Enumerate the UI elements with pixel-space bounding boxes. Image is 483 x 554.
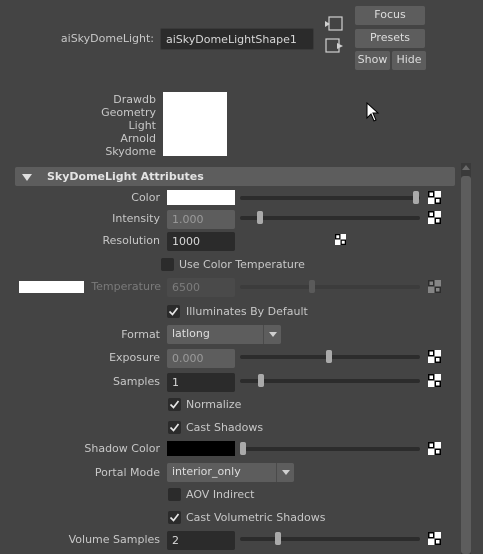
section-title: SkyDomeLight Attributes (47, 170, 204, 183)
aov-indirect-label: AOV Indirect (186, 488, 255, 501)
checkmark-icon (168, 307, 179, 316)
intensity-slider-thumb[interactable] (257, 211, 263, 224)
node-type-label: aiSkyDomeLight: (60, 32, 154, 45)
presets-button[interactable]: Presets (355, 29, 425, 48)
resolution-field[interactable]: 1000 (167, 232, 235, 251)
volume-samples-map-button-icon[interactable] (428, 532, 441, 545)
temperature-map-button-icon (428, 280, 441, 293)
swatch-tag-arnold: Arnold (120, 132, 156, 145)
swatch-tag-light: Light (128, 119, 156, 132)
temperature-slider-thumb (309, 280, 315, 293)
intensity-map-button-icon[interactable] (428, 211, 441, 224)
intensity-slider-track[interactable] (240, 216, 420, 220)
exposure-field[interactable]: 0.000 (167, 349, 235, 368)
cast-volumetric-shadows-checkbox[interactable] (168, 511, 181, 524)
temperature-swatch (19, 281, 84, 293)
volume-samples-label: Volume Samples (68, 533, 160, 546)
illuminates-by-default-checkbox[interactable] (167, 305, 180, 318)
format-dropdown[interactable]: latlong (167, 325, 281, 344)
volume-samples-field[interactable]: 2 (167, 531, 235, 550)
exposure-slider-thumb[interactable] (326, 350, 332, 363)
shadow-color-slider-thumb[interactable] (240, 442, 246, 455)
intensity-field[interactable]: 1.000 (167, 210, 235, 229)
samples-field[interactable]: 1 (167, 373, 235, 392)
use-color-temperature-label: Use Color Temperature (179, 258, 305, 271)
shadow-color-map-button-icon[interactable] (428, 442, 441, 455)
color-slider-track[interactable] (240, 196, 420, 200)
temperature-label: Temperature (91, 280, 161, 293)
color-label: Color (131, 191, 160, 204)
scrollbar-up-arrow-icon[interactable] (461, 163, 471, 173)
section-header-skydomelight[interactable]: SkyDomeLight Attributes (15, 167, 455, 186)
chevron-down-icon (263, 325, 281, 344)
samples-map-button-icon[interactable] (428, 374, 441, 387)
volume-samples-slider-thumb[interactable] (275, 532, 281, 545)
chevron-down-icon (276, 463, 294, 482)
illuminates-by-default-label: Illuminates By Default (186, 305, 308, 318)
node-name-field[interactable]: aiSkyDomeLightShape1 (160, 28, 314, 50)
checkmark-icon (169, 423, 180, 432)
input-connections-icon[interactable] (324, 16, 344, 32)
color-swatch[interactable] (167, 190, 235, 205)
cast-volumetric-shadows-label: Cast Volumetric Shadows (186, 511, 326, 524)
resolution-label: Resolution (102, 234, 160, 247)
checkmark-icon (169, 400, 180, 409)
use-color-temperature-checkbox[interactable] (161, 258, 174, 271)
mouse-cursor-icon (366, 101, 380, 122)
exposure-map-button-icon[interactable] (428, 350, 441, 363)
focus-button[interactable]: Focus (355, 6, 425, 25)
swatch-tag-drawdb: Drawdb (113, 93, 156, 106)
intensity-label: Intensity (112, 212, 160, 225)
normalize-label: Normalize (186, 398, 242, 411)
volume-samples-slider-track[interactable] (240, 537, 420, 541)
show-button[interactable]: Show (355, 51, 390, 70)
normalize-checkbox[interactable] (168, 398, 181, 411)
shadow-color-swatch[interactable] (167, 441, 235, 456)
color-map-button-icon[interactable] (428, 191, 441, 204)
exposure-label: Exposure (109, 351, 160, 364)
resolution-map-button-icon[interactable] (335, 234, 346, 245)
color-slider-thumb[interactable] (413, 191, 419, 204)
samples-slider-track[interactable] (240, 379, 420, 383)
portal-mode-dropdown[interactable]: interior_only (167, 463, 294, 482)
cast-shadows-label: Cast Shadows (186, 421, 264, 434)
format-label: Format (121, 328, 160, 341)
cast-shadows-checkbox[interactable] (168, 421, 181, 434)
samples-slider-thumb[interactable] (258, 374, 264, 387)
portal-mode-dropdown-value: interior_only (172, 465, 241, 478)
collapse-triangle-icon (22, 172, 32, 181)
format-dropdown-value: latlong (172, 327, 210, 340)
scrollbar-thumb[interactable] (461, 176, 471, 554)
output-connections-icon[interactable] (324, 38, 344, 54)
shadow-color-slider-track[interactable] (240, 447, 420, 451)
shadow-color-label: Shadow Color (84, 442, 160, 455)
hide-button[interactable]: Hide (392, 51, 426, 70)
samples-label: Samples (113, 375, 160, 388)
checkmark-icon (169, 513, 180, 522)
temperature-field: 6500 (167, 278, 235, 297)
swatch-tag-skydome: Skydome (105, 145, 156, 158)
aov-indirect-checkbox[interactable] (168, 488, 181, 501)
temperature-slider-track (240, 285, 420, 289)
portal-mode-label: Portal Mode (94, 466, 160, 479)
node-swatch-preview (163, 92, 227, 156)
swatch-tag-geometry: Geometry (101, 106, 156, 119)
